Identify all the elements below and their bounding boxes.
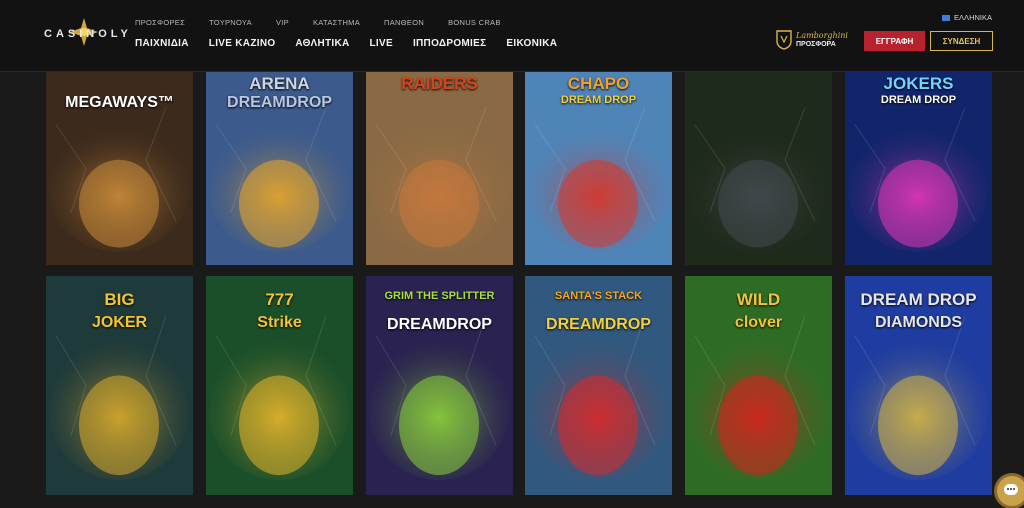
game-title: ARENA: [249, 74, 310, 93]
game-title: SANTA'S STACK: [554, 290, 643, 302]
main-nav: ΠΑΙΧΝΙΔΙΑ LIVE ΚΑΖΙΝΟ ΑΘΛΗΤΙΚΑ LIVE ΙΠΠΟ…: [135, 38, 557, 49]
game-subtitle: DREAM DROP: [560, 94, 637, 106]
game-subtitle: DIAMONDS: [874, 314, 963, 331]
game-art: [685, 72, 832, 265]
top-link-promotions[interactable]: ΠΡΟΣΦΟΡΕΣ: [135, 18, 185, 27]
nav-games[interactable]: ΠΑΙΧΝΙΔΙΑ: [135, 38, 189, 49]
nav-racing[interactable]: ΙΠΠΟΔΡΟΜΙΕΣ: [413, 38, 486, 49]
register-button[interactable]: ΕΓΓΡΑΦΗ: [864, 31, 925, 51]
game-tile[interactable]: [685, 72, 832, 265]
site-header: CASINOLY ΠΡΟΣΦΟΡΕΣ ΤΟΥΡΝΟΥΑ VIP ΚΑΤΑΣΤΗΜ…: [0, 0, 1024, 72]
game-title: JOKERS: [883, 74, 954, 93]
game-tile[interactable]: GRIM THE SPLITTER DREAMDROP: [366, 276, 513, 495]
top-link-pantheon[interactable]: ΠΑΝΘΕΟΝ: [384, 18, 424, 27]
promo-label: ΠΡΟΣΦΟΡΑ: [796, 41, 836, 48]
top-link-tournaments[interactable]: ΤΟΥΡΝΟΥΑ: [209, 18, 252, 27]
chat-widget-button[interactable]: [997, 476, 1024, 506]
game-subtitle: DREAMDROP: [387, 316, 492, 333]
game-art: [366, 276, 513, 495]
nav-sports[interactable]: ΑΘΛΗΤΙΚΑ: [295, 38, 349, 49]
top-link-vip[interactable]: VIP: [276, 18, 289, 27]
game-subtitle: Strike: [257, 314, 302, 331]
game-subtitle: clover: [734, 314, 783, 331]
game-art: [366, 72, 513, 265]
game-tile[interactable]: JOKERS DREAM DROP: [845, 72, 992, 265]
game-title: WILD: [736, 290, 781, 309]
game-subtitle: JOKER: [91, 314, 148, 331]
lamborghini-shield-icon: [776, 30, 792, 50]
game-title: DREAM DROP: [860, 290, 977, 309]
game-tile[interactable]: BIG JOKER: [46, 276, 193, 495]
game-tile[interactable]: SANTA'S STACK DREAMDROP: [525, 276, 672, 495]
lamborghini-promo[interactable]: Lamborghini ΠΡΟΣΦΟΡΑ: [776, 30, 856, 52]
top-link-shop[interactable]: ΚΑΤΑΣΤΗΜΑ: [313, 18, 360, 27]
language-selector[interactable]: ΕΛΛΗΝΙΚΑ: [942, 13, 992, 22]
game-subtitle: MEGAWAYS™: [65, 94, 174, 111]
game-art: [525, 276, 672, 495]
game-subtitle: DREAM DROP: [880, 94, 957, 106]
nav-live[interactable]: LIVE: [370, 38, 393, 49]
nav-virtual[interactable]: ΕΙΚΟΝΙΚΑ: [506, 38, 557, 49]
game-tile[interactable]: WILD clover: [685, 276, 832, 495]
game-title: GRIM THE SPLITTER: [384, 290, 495, 302]
nav-live-casino[interactable]: LIVE ΚΑΖΙΝΟ: [209, 38, 276, 49]
greece-flag-icon: [942, 14, 951, 21]
game-title: 777: [265, 290, 294, 309]
game-subtitle: DREAMDROP: [546, 316, 651, 333]
game-tile[interactable]: ARENA DREAMDROP: [206, 72, 353, 265]
game-tile[interactable]: 777 Strike: [206, 276, 353, 495]
logo-text: CASINOLY: [44, 28, 132, 40]
game-tile[interactable]: MEGAWAYS™: [46, 72, 193, 265]
game-title: RAIDERS: [401, 74, 478, 93]
promo-brand: Lamborghini: [796, 31, 848, 40]
game-tile[interactable]: CHAPO DREAM DROP: [525, 72, 672, 265]
top-nav: ΠΡΟΣΦΟΡΕΣ ΤΟΥΡΝΟΥΑ VIP ΚΑΤΑΣΤΗΜΑ ΠΑΝΘΕΟΝ…: [135, 18, 501, 27]
casinoly-logo[interactable]: CASINOLY: [44, 18, 128, 54]
game-title: CHAPO: [567, 74, 630, 93]
game-tile[interactable]: DREAM DROP DIAMONDS: [845, 276, 992, 495]
login-button[interactable]: ΣΥΝΔΕΣΗ: [930, 31, 993, 51]
game-tile[interactable]: RAIDERS: [366, 72, 513, 265]
game-subtitle: DREAMDROP: [227, 94, 332, 111]
language-label: ΕΛΛΗΝΙΚΑ: [954, 13, 992, 22]
top-link-bonus-crab[interactable]: BONUS CRAB: [448, 18, 501, 27]
game-title: BIG: [104, 290, 135, 309]
